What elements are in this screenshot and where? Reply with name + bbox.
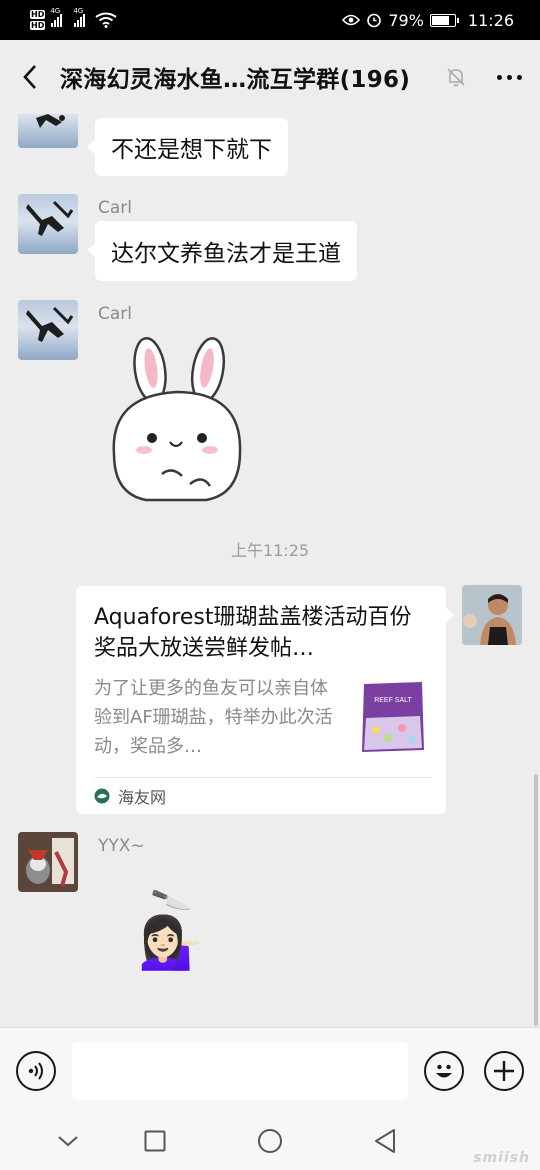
message-input[interactable] bbox=[72, 1042, 408, 1100]
watermark: smiish bbox=[473, 1150, 530, 1166]
signal-icon: 4G bbox=[73, 7, 86, 27]
dot bbox=[506, 74, 512, 80]
avatar[interactable] bbox=[18, 114, 78, 148]
rabbit-sticker[interactable] bbox=[106, 334, 250, 502]
nav-back-button[interactable] bbox=[372, 1126, 398, 1156]
avatar[interactable] bbox=[18, 194, 78, 254]
link-card[interactable]: Aquaforest珊瑚盐盖楼活动百份奖品大放送尝鲜发帖… 为了让更多的鱼友可以… bbox=[76, 586, 454, 814]
product-thumbnail: REEF SALT bbox=[358, 678, 428, 754]
source-logo-icon bbox=[94, 788, 110, 804]
skydiver-image bbox=[36, 114, 65, 128]
chat-messages[interactable]: 不还是想下就下 Carl 达尔文养鱼法才是王道 Carl 上午11:25 Aqu… bbox=[0, 114, 540, 1027]
source-name: 海友网 bbox=[118, 788, 167, 807]
nav-home-button[interactable] bbox=[256, 1126, 284, 1156]
voice-button[interactable] bbox=[16, 1051, 56, 1091]
message-text: 达尔文养鱼法才是王道 bbox=[111, 241, 341, 267]
card-description: 为了让更多的鱼友可以亲自体验到AF珊瑚盐，特举办此次活动，奖品多… bbox=[94, 678, 333, 757]
person-emoji: 💁🏻‍♀️ bbox=[138, 913, 203, 973]
nav-recents-button[interactable] bbox=[142, 1126, 168, 1156]
chevron-left-icon bbox=[23, 65, 36, 89]
circle-icon bbox=[258, 1129, 282, 1153]
sender-name: Carl bbox=[98, 304, 132, 324]
wifi-icon bbox=[95, 12, 117, 28]
eye-icon bbox=[342, 14, 361, 26]
triangle-back-icon bbox=[375, 1129, 395, 1153]
dog-image bbox=[18, 832, 78, 892]
voice-icon bbox=[28, 1062, 43, 1080]
chat-header: 深海幻灵海水鱼…流互学群(196) bbox=[0, 40, 540, 114]
plus-icon bbox=[494, 1061, 514, 1081]
dot bbox=[516, 74, 522, 80]
chevron-down-icon bbox=[58, 1136, 78, 1147]
skydiver-image bbox=[26, 200, 74, 236]
system-nav-bar: smiish bbox=[0, 1114, 540, 1170]
emoji-icon bbox=[436, 1064, 452, 1078]
message-text: 不还是想下就下 bbox=[111, 137, 272, 163]
input-bar bbox=[0, 1027, 540, 1114]
scrollbar[interactable] bbox=[534, 774, 538, 1026]
back-button[interactable] bbox=[0, 40, 60, 114]
more-button[interactable] bbox=[478, 40, 540, 114]
plus-button[interactable] bbox=[484, 1051, 524, 1091]
avatar[interactable] bbox=[18, 300, 78, 360]
thumb-label: REEF SALT bbox=[374, 697, 412, 704]
bell-muted-icon bbox=[447, 68, 465, 87]
card-title: Aquaforest珊瑚盐盖楼活动百份奖品大放送尝鲜发帖… bbox=[94, 605, 412, 661]
timestamp: 上午11:25 bbox=[230, 541, 310, 560]
skydiver-image bbox=[26, 306, 74, 342]
battery-percent: 79% bbox=[388, 10, 424, 30]
message-bubble[interactable]: 达尔文养鱼法才是王道 bbox=[87, 221, 357, 281]
emoji-message[interactable]: 🔪 💁🏻‍♀️ bbox=[132, 879, 212, 978]
hd-icon: HD HD bbox=[30, 10, 46, 30]
status-bar: HD HD 4G 4G 79% 11:26 bbox=[0, 0, 540, 40]
card-source: 海友网 bbox=[94, 784, 166, 808]
sender-name: YYX~ bbox=[98, 836, 145, 856]
emoji-button[interactable] bbox=[424, 1051, 464, 1091]
signal-icon: 4G bbox=[50, 7, 63, 27]
avatar[interactable] bbox=[18, 832, 78, 892]
sender-name: Carl bbox=[98, 198, 132, 218]
mute-indicator bbox=[434, 40, 478, 114]
clock: 11:26 bbox=[467, 10, 514, 30]
battery-icon bbox=[429, 13, 459, 27]
divider bbox=[94, 777, 432, 778]
my-avatar[interactable] bbox=[462, 585, 522, 645]
chat-title[interactable]: 深海幻灵海水鱼…流互学群(196) bbox=[60, 60, 434, 94]
person-image bbox=[462, 585, 522, 645]
message-bubble[interactable]: 不还是想下就下 bbox=[87, 118, 288, 176]
square-icon bbox=[144, 1130, 166, 1152]
dot bbox=[496, 74, 502, 80]
nav-hide-button[interactable] bbox=[54, 1126, 82, 1156]
alarm-icon bbox=[367, 13, 382, 28]
